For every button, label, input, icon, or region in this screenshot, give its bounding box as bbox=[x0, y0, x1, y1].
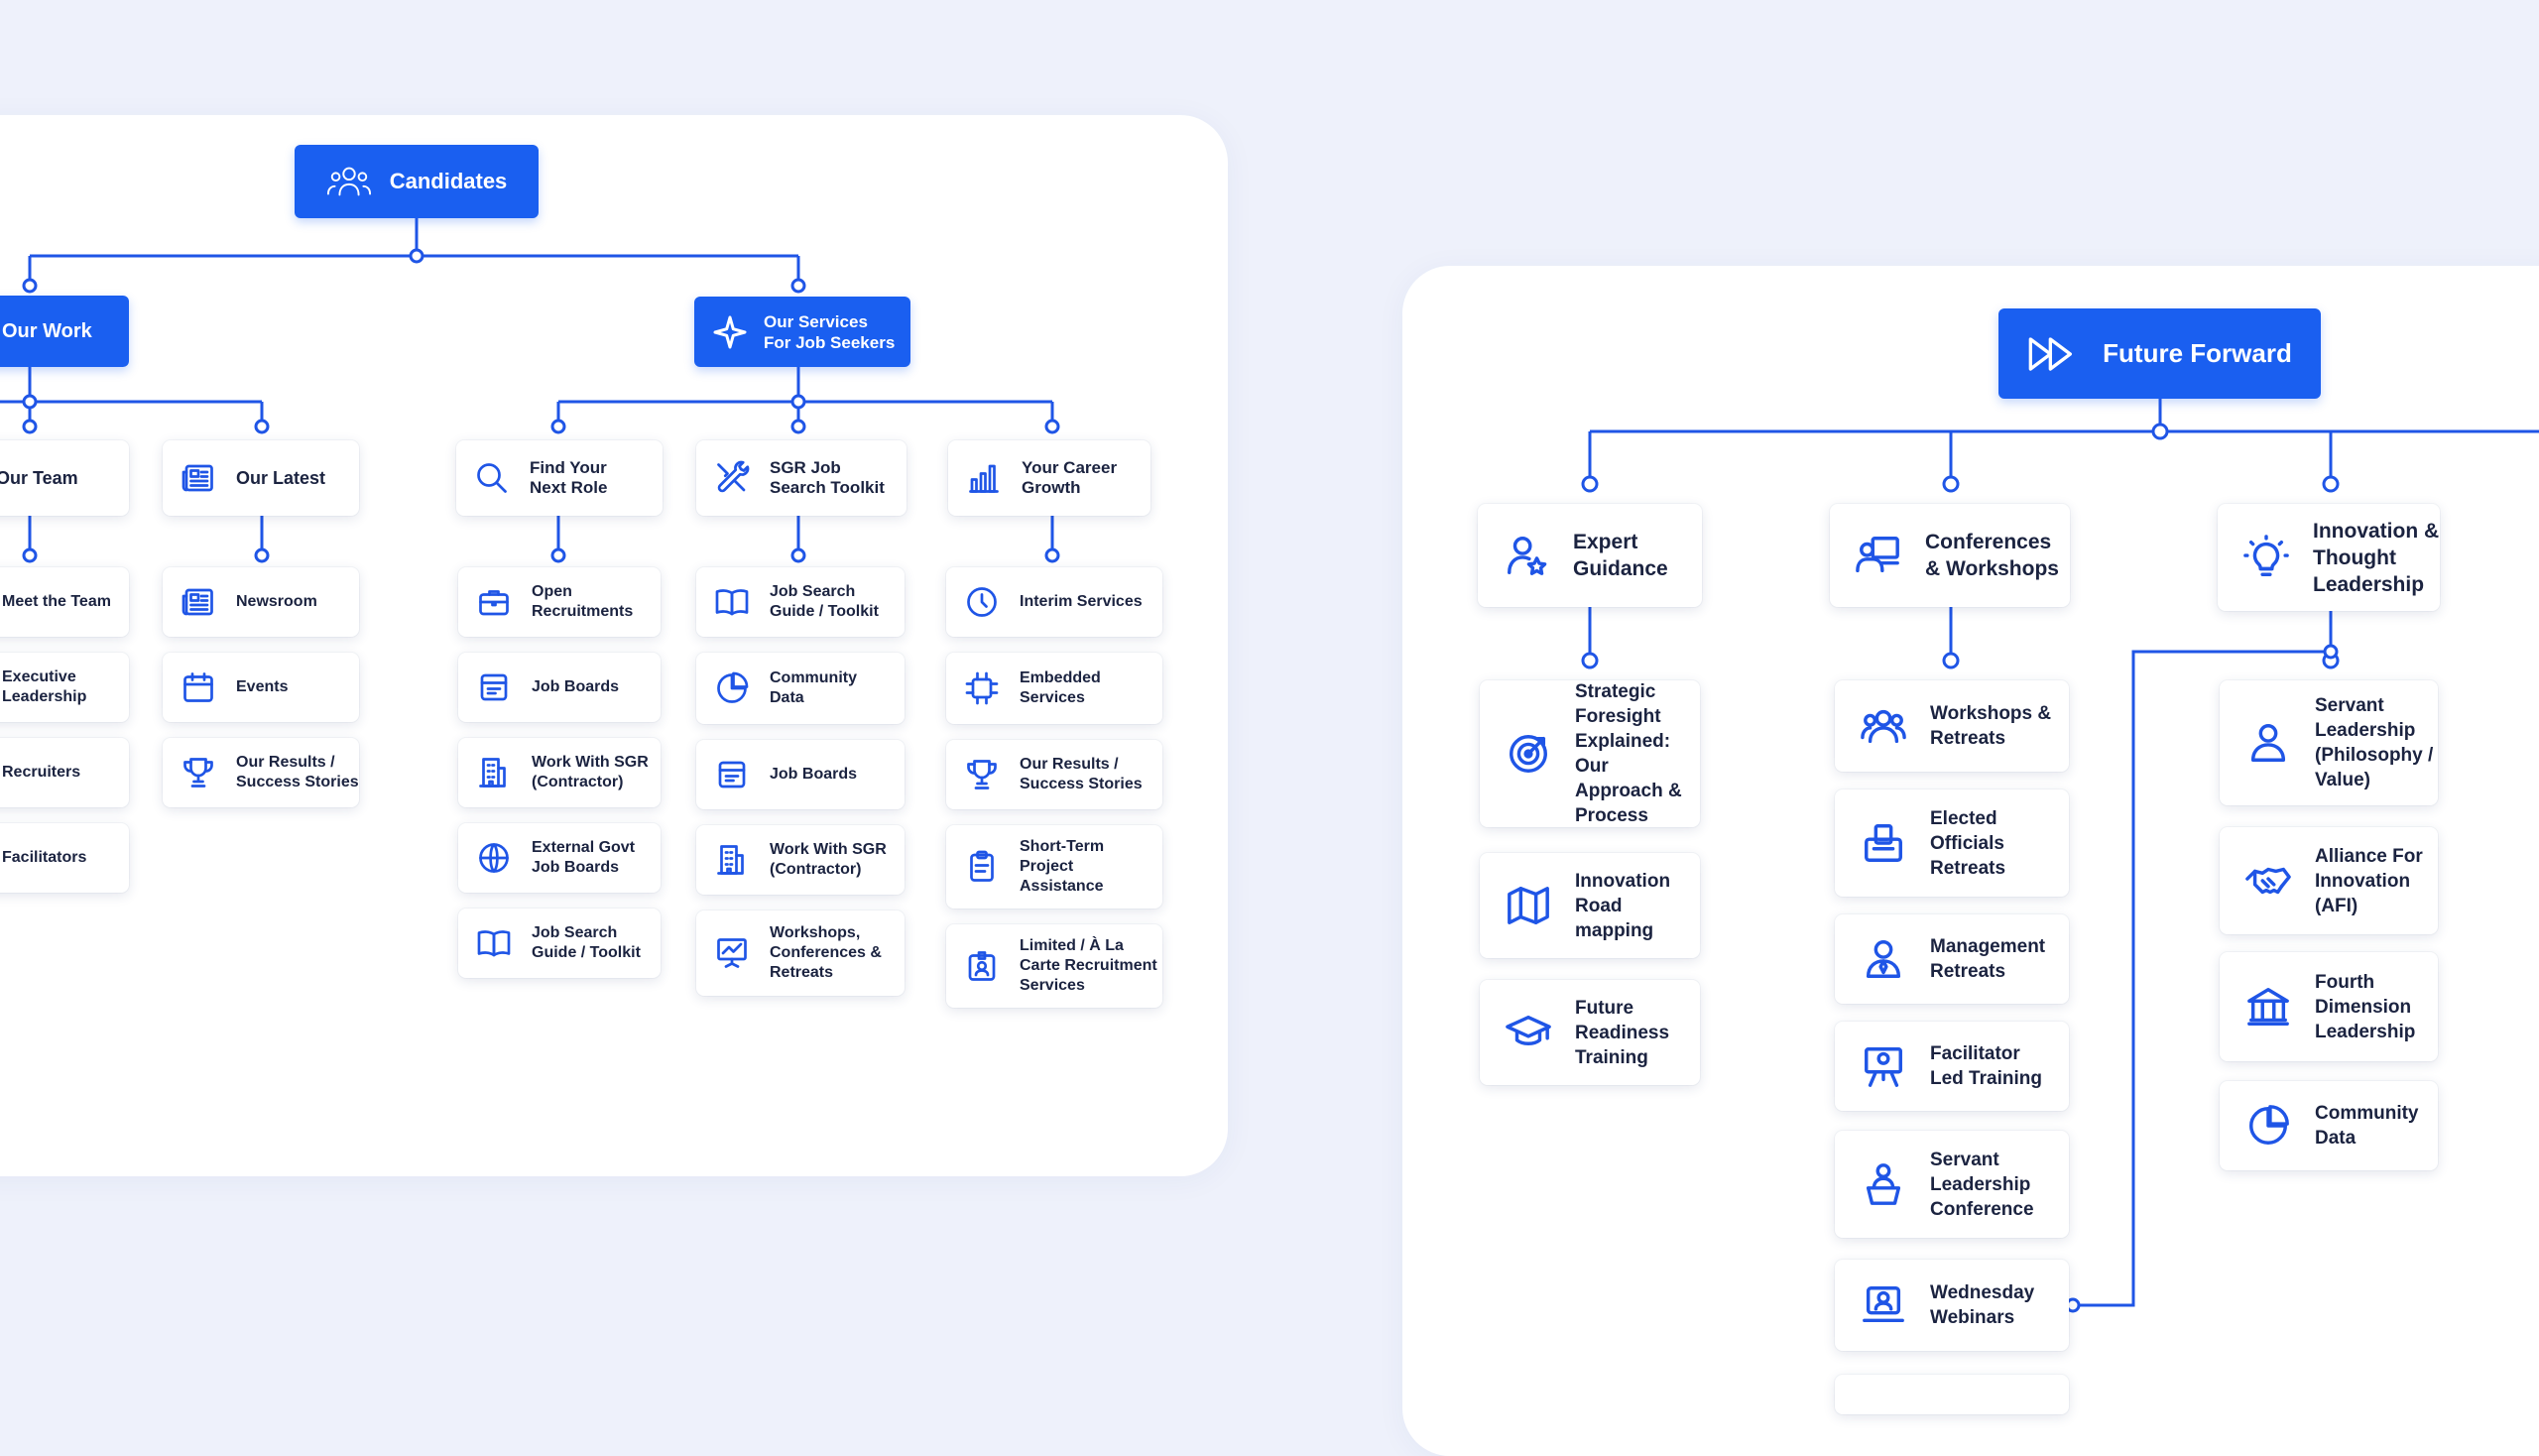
target-icon bbox=[1502, 727, 1555, 781]
workshops-retreats-card[interactable]: Workshops & Retreats bbox=[1835, 680, 2069, 772]
partial-card-bottom[interactable] bbox=[1835, 1375, 2069, 1414]
innovation-road-mapping-card[interactable]: Innovation Road mapping bbox=[1480, 853, 1700, 958]
fast-forward-icon bbox=[2028, 336, 2073, 371]
trophy-icon bbox=[179, 753, 218, 792]
graduation-cap-icon bbox=[1502, 1006, 1555, 1059]
clock-icon bbox=[962, 582, 1002, 622]
elected-officials-retreats-card[interactable]: Elected Officials Retreats bbox=[1835, 789, 2069, 897]
pie-chart-icon bbox=[2241, 1099, 2295, 1153]
search-icon bbox=[472, 458, 512, 498]
bar-chart-icon bbox=[964, 458, 1004, 498]
newspaper-icon bbox=[179, 582, 218, 622]
job-boards-card[interactable]: Job Boards bbox=[458, 653, 661, 722]
open-recruitments-card[interactable]: Open Recruitments bbox=[458, 567, 661, 637]
presentation-icon bbox=[712, 933, 752, 973]
candidates-panel bbox=[0, 115, 1228, 1176]
pie-chart-icon bbox=[712, 668, 752, 708]
our-work-node[interactable]: Our Work bbox=[0, 296, 129, 367]
book-icon bbox=[712, 582, 752, 622]
tools-icon bbox=[712, 458, 752, 498]
chip-icon bbox=[962, 668, 1002, 708]
sgr-job-search-toolkit-card[interactable]: SGR Job Search Toolkit bbox=[696, 440, 907, 516]
webinar-icon bbox=[1857, 1278, 1910, 1332]
toolkit-job-boards-card[interactable]: Job Boards bbox=[696, 740, 905, 809]
our-team-card[interactable]: Our Team bbox=[0, 440, 129, 516]
our-latest-card[interactable]: Our Latest bbox=[163, 440, 359, 516]
lightbulb-icon bbox=[2239, 531, 2293, 584]
book-icon bbox=[474, 923, 514, 963]
your-career-growth-card[interactable]: Your Career Growth bbox=[948, 440, 1150, 516]
work-with-sgr-card[interactable]: Work With SGR (Contractor) bbox=[458, 738, 661, 807]
users-icon bbox=[326, 167, 371, 196]
events-card[interactable]: Events bbox=[163, 653, 359, 722]
future-forward-label: Future Forward bbox=[2103, 338, 2292, 368]
trophy-icon bbox=[962, 755, 1002, 794]
building-icon bbox=[712, 840, 752, 880]
building-icon bbox=[474, 753, 514, 792]
limited-a-la-carte-card[interactable]: Limited / À La Carte Recruitment Service… bbox=[946, 924, 1162, 1008]
recruiters-card[interactable]: Recruiters bbox=[0, 738, 129, 807]
newsroom-card[interactable]: Newsroom bbox=[163, 567, 359, 637]
short-term-project-assistance-card[interactable]: Short-Term Project Assistance bbox=[946, 825, 1162, 909]
map-icon bbox=[1502, 879, 1555, 932]
alliance-for-innovation-card[interactable]: Alliance For Innovation (AFI) bbox=[2220, 827, 2438, 934]
our-services-label: Our Services For Job Seekers bbox=[764, 311, 896, 352]
briefcase-icon bbox=[474, 582, 514, 622]
manager-icon bbox=[1857, 932, 1910, 986]
candidates-label: Candidates bbox=[389, 169, 508, 193]
our-work-label: Our Work bbox=[2, 319, 92, 342]
globe-icon bbox=[474, 838, 514, 878]
easel-icon bbox=[1857, 1039, 1910, 1093]
executive-leadership-card[interactable]: Executive Leadership bbox=[0, 653, 129, 722]
podium-icon bbox=[1857, 1157, 1910, 1211]
clipboard-icon bbox=[962, 847, 1002, 887]
candidates-node[interactable]: Candidates bbox=[295, 145, 539, 218]
ballot-box-icon bbox=[1857, 816, 1910, 870]
management-retreats-card[interactable]: Management Retreats bbox=[1835, 914, 2069, 1004]
job-search-guide-toolkit-card[interactable]: Job Search Guide / Toolkit bbox=[696, 567, 905, 637]
expert-guidance-card[interactable]: Expert Guidance bbox=[1478, 504, 1702, 607]
facilitator-led-training-card[interactable]: Facilitator Led Training bbox=[1835, 1022, 2069, 1111]
career-results-success-stories-card[interactable]: Our Results / Success Stories bbox=[946, 740, 1162, 809]
our-results-success-stories-card[interactable]: Our Results / Success Stories bbox=[163, 738, 359, 807]
facilitators-card[interactable]: Facilitators bbox=[0, 823, 129, 893]
interim-services-card[interactable]: Interim Services bbox=[946, 567, 1162, 637]
newspaper-icon bbox=[179, 458, 218, 498]
sparkle-icon bbox=[713, 315, 747, 348]
board-icon bbox=[712, 755, 752, 794]
meet-the-team-card[interactable]: Meet the Team bbox=[0, 567, 129, 637]
board-icon bbox=[474, 667, 514, 707]
conferences-workshops-card[interactable]: Conferences & Workshops bbox=[1830, 504, 2070, 607]
job-search-guide-card[interactable]: Job Search Guide / Toolkit bbox=[458, 909, 661, 978]
servant-leadership-philosophy-card[interactable]: Servant Leadership (Philosophy / Value) bbox=[2220, 680, 2438, 805]
toolkit-work-with-sgr-card[interactable]: Work With SGR (Contractor) bbox=[696, 825, 905, 895]
our-services-node[interactable]: Our Services For Job Seekers bbox=[694, 297, 910, 367]
institution-icon bbox=[2241, 980, 2295, 1033]
handshake-icon bbox=[2241, 854, 2295, 908]
community-data-card[interactable]: Community Data bbox=[696, 653, 905, 724]
badge-icon bbox=[962, 946, 1002, 986]
person-icon bbox=[2241, 716, 2295, 770]
fourth-dimension-leadership-card[interactable]: Fourth Dimension Leadership bbox=[2220, 952, 2438, 1061]
future-readiness-training-card[interactable]: Future Readiness Training bbox=[1480, 980, 1700, 1085]
find-your-next-role-card[interactable]: Find Your Next Role bbox=[456, 440, 663, 516]
strategic-foresight-card[interactable]: Strategic Foresight Explained: Our Appro… bbox=[1480, 680, 1700, 827]
calendar-icon bbox=[179, 667, 218, 707]
group-icon bbox=[1857, 699, 1910, 753]
embedded-services-card[interactable]: Embedded Services bbox=[946, 653, 1162, 724]
servant-leadership-conference-card[interactable]: Servant Leadership Conference bbox=[1835, 1131, 2069, 1238]
wednesday-webinars-card[interactable]: Wednesday Webinars bbox=[1835, 1260, 2069, 1351]
future-forward-node[interactable]: Future Forward bbox=[1998, 308, 2321, 399]
external-govt-job-boards-card[interactable]: External Govt Job Boards bbox=[458, 823, 661, 893]
innovation-community-data-card[interactable]: Community Data bbox=[2220, 1081, 2438, 1170]
user-star-icon bbox=[1500, 529, 1553, 582]
innovation-thought-leadership-card[interactable]: Innovation & Thought Leadership bbox=[2218, 504, 2440, 611]
workshops-conferences-retreats-card[interactable]: Workshops, Conferences & Retreats bbox=[696, 910, 905, 996]
people-board-icon bbox=[1852, 529, 1905, 582]
